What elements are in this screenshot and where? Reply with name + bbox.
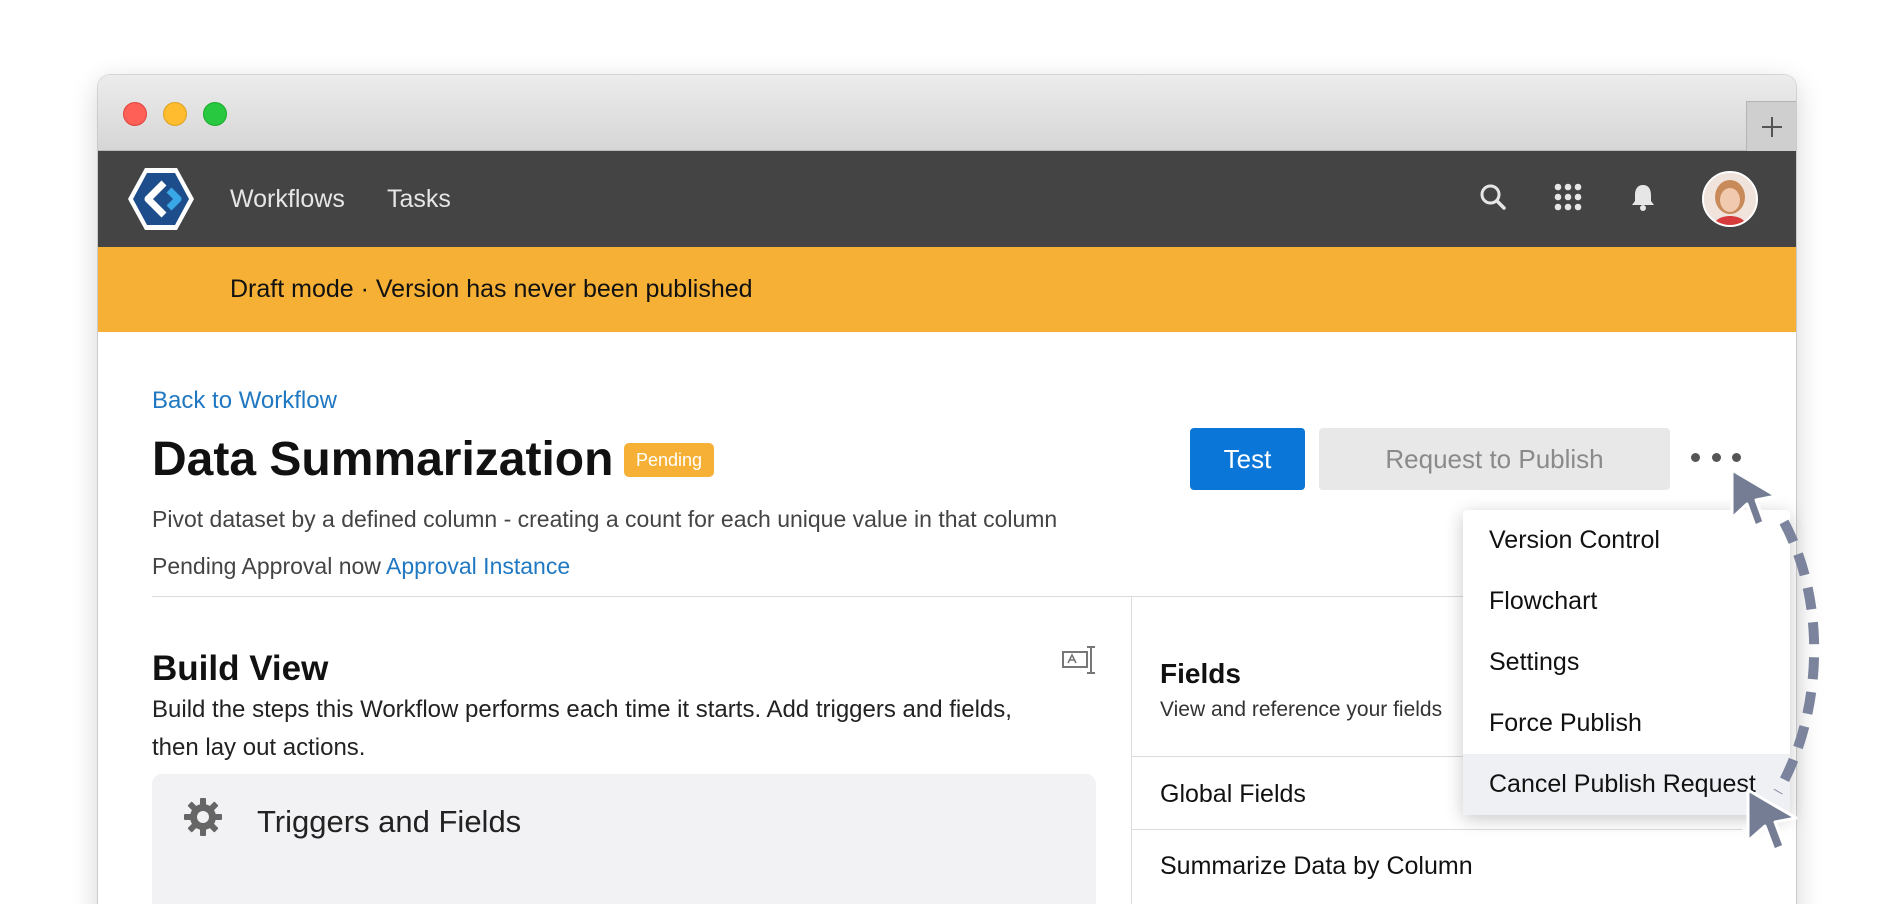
top-navigation: Workflows Tasks — [98, 151, 1796, 247]
panel-divider — [1131, 596, 1132, 904]
cursor-arrow-icon — [1730, 468, 1778, 528]
back-to-workflow-link[interactable]: Back to Workflow — [152, 387, 337, 415]
summarize-data-row[interactable]: Summarize Data by Column — [1160, 852, 1473, 881]
banner-text: Draft mode · Version has never been publ… — [230, 275, 753, 303]
bell-icon — [1632, 185, 1654, 211]
page-title: Data Summarization — [152, 433, 614, 486]
workflow-description: Pivot dataset by a defined column - crea… — [152, 506, 1058, 532]
nav-link-workflows[interactable]: Workflows — [230, 185, 345, 214]
text-field-button[interactable] — [1062, 644, 1098, 676]
plus-icon — [1761, 116, 1782, 137]
window-titlebar — [98, 75, 1796, 151]
maximize-window-button[interactable] — [203, 102, 227, 126]
fields-panel-description: View and reference your fields — [1160, 698, 1443, 721]
apps-button[interactable] — [1552, 181, 1584, 213]
fields-panel-title: Fields — [1160, 658, 1241, 689]
build-view-description: Build the steps this Workflow performs e… — [152, 696, 1012, 761]
apps-grid-icon — [1554, 183, 1582, 211]
search-icon — [1480, 184, 1506, 210]
minimize-window-button[interactable] — [163, 102, 187, 126]
global-fields-row[interactable]: Global Fields — [1160, 780, 1306, 809]
approval-instance-link[interactable]: Approval Instance — [386, 553, 570, 579]
test-button[interactable]: Test — [1190, 428, 1305, 490]
row-divider — [1132, 829, 1742, 830]
status-badge: Pending — [624, 443, 715, 477]
close-window-button[interactable] — [123, 102, 147, 126]
app-logo[interactable] — [126, 166, 196, 232]
logo-icon — [128, 168, 194, 230]
avatar-image — [1704, 173, 1756, 225]
more-dot-icon — [1691, 452, 1700, 462]
gear-icon — [184, 798, 222, 836]
notifications-button[interactable] — [1627, 181, 1659, 213]
triggers-and-fields-title: Triggers and Fields — [257, 804, 522, 839]
search-button[interactable] — [1477, 181, 1509, 213]
user-avatar[interactable] — [1702, 171, 1758, 227]
draft-mode-banner: Draft mode · Version has never been publ… — [98, 247, 1796, 332]
request-to-publish-button[interactable]: Request to Publish — [1319, 428, 1670, 490]
nav-link-tasks[interactable]: Tasks — [387, 185, 451, 214]
pending-approval-line: Pending Approval now Approval Instance — [152, 553, 570, 580]
pending-approval-text: Pending Approval now — [152, 553, 381, 579]
triggers-and-fields-card[interactable]: Triggers and Fields — [152, 774, 1096, 904]
new-tab-button[interactable] — [1746, 101, 1796, 151]
cursor-arrow-icon — [1746, 788, 1798, 852]
text-field-icon — [1062, 646, 1095, 674]
build-view-title: Build View — [152, 649, 329, 688]
